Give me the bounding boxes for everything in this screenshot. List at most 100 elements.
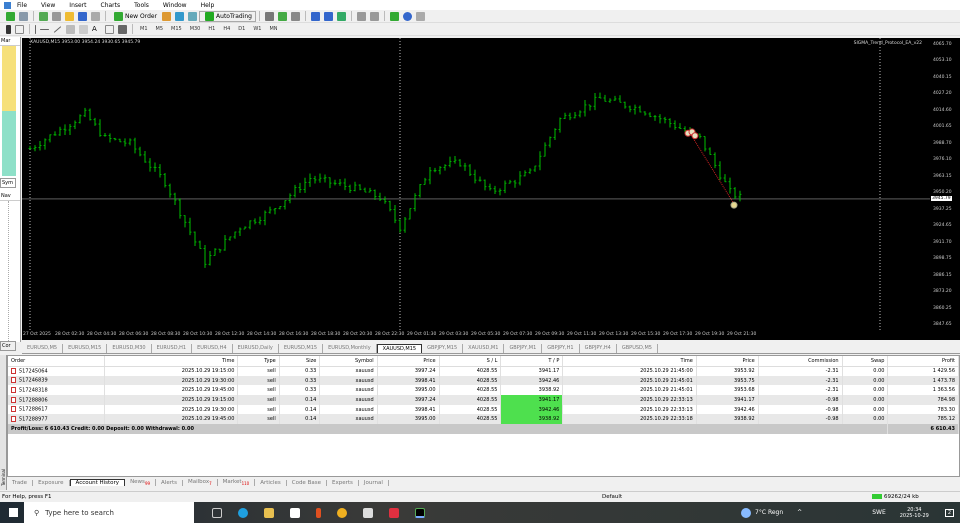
- weather[interactable]: 7°C Regn: [755, 509, 783, 516]
- chart-tab[interactable]: EURUSD,M5: [22, 344, 64, 353]
- menu-window[interactable]: Window: [163, 2, 187, 9]
- timeframe-m1[interactable]: M1: [140, 26, 148, 32]
- chart-tab[interactable]: GBPJPY,M15: [422, 344, 464, 353]
- column-header-size[interactable]: Size: [279, 356, 321, 367]
- menu-view[interactable]: View: [41, 2, 55, 9]
- tray-icons[interactable]: ^: [797, 509, 802, 516]
- periods-icon[interactable]: [403, 11, 412, 21]
- menu-help[interactable]: Help: [201, 2, 215, 9]
- bar-chart-icon[interactable]: [265, 11, 274, 21]
- app-icon-white[interactable]: [363, 507, 373, 518]
- column-header-symbol[interactable]: Symbol: [319, 356, 378, 367]
- column-header-time[interactable]: Time: [562, 356, 697, 367]
- history-row[interactable]: 517288977 2025.10.29 19:45:00 sell 0.14 xauu…: [8, 414, 959, 425]
- clock[interactable]: 20:34 2025-10-29: [900, 507, 929, 519]
- column-header-order[interactable]: Order: [8, 356, 105, 367]
- autotrading-button[interactable]: AutoTrading: [199, 10, 256, 22]
- task-view-icon[interactable]: [212, 507, 222, 518]
- timeframe-d1[interactable]: D1: [238, 26, 245, 32]
- channel-icon[interactable]: [66, 24, 75, 34]
- column-header-type[interactable]: Type: [237, 356, 280, 367]
- new-order-button[interactable]: New Order: [109, 11, 160, 22]
- timeframe-w1[interactable]: W1: [253, 26, 261, 32]
- windows-start-icon[interactable]: [9, 508, 18, 517]
- tab-exposure[interactable]: Exposure: [33, 479, 70, 486]
- vps-icon[interactable]: [188, 11, 198, 21]
- indicators-icon[interactable]: [390, 11, 399, 21]
- autoscroll-icon[interactable]: [370, 11, 379, 21]
- data-window-icon[interactable]: [52, 11, 61, 21]
- tab-mailbox[interactable]: Mailbox7: [183, 478, 218, 487]
- time-axis[interactable]: 27 Oct 2025 28 Oct 02:30 28 Oct 04:30 28 Oc…: [22, 330, 930, 340]
- new-chart-icon[interactable]: [6, 11, 15, 21]
- zoom-in-icon[interactable]: [311, 11, 320, 21]
- chart-tab[interactable]: EURUSD,H4: [192, 344, 233, 353]
- chart-tab[interactable]: GBPJPY,M1: [504, 344, 543, 353]
- navigator-tree[interactable]: [8, 201, 20, 341]
- symbols-tab[interactable]: Sym: [0, 178, 16, 188]
- chart-tab[interactable]: EURUSD,M30: [107, 344, 152, 353]
- column-header-commission[interactable]: Commission: [758, 356, 843, 367]
- taskbar-search[interactable]: ⚲ Type here to search: [24, 502, 194, 523]
- column-header-tp[interactable]: T / P: [500, 356, 564, 367]
- timeframe-m30[interactable]: M30: [190, 26, 201, 32]
- vertical-line-icon[interactable]: [35, 24, 36, 34]
- chart-tab[interactable]: GBPJPY,H4: [580, 344, 617, 353]
- text-label-icon[interactable]: [105, 24, 114, 34]
- market-watch-list[interactable]: [2, 46, 16, 176]
- column-header-price[interactable]: Price: [377, 356, 440, 367]
- tile-windows-icon[interactable]: [337, 11, 346, 21]
- metaeditor-icon[interactable]: [162, 11, 172, 21]
- timeframe-m15[interactable]: M15: [171, 26, 182, 32]
- timeframe-h1[interactable]: H1: [208, 26, 215, 32]
- ea-label[interactable]: SIGMA_Trend_Protocol_EA_v22: [854, 41, 922, 46]
- chart-tab[interactable]: GBPJPY,H1: [542, 344, 580, 353]
- chart-tab[interactable]: EURUSD,Monthly: [323, 344, 377, 353]
- market-watch-icon[interactable]: [39, 11, 48, 21]
- chart-tab[interactable]: EURUSD,M15: [279, 344, 324, 353]
- history-row[interactable]: 517248318 2025.10.29 19:45:00 sell 0.33 xauu…: [8, 385, 959, 396]
- terminal-icon[interactable]: [78, 11, 87, 21]
- templates-icon[interactable]: [416, 11, 425, 21]
- app-icon-yellow[interactable]: [337, 507, 347, 518]
- history-row[interactable]: 517245064 2025.10.29 19:15:00 sell 0.33 xauu…: [8, 366, 959, 376]
- language[interactable]: SWE: [872, 509, 886, 516]
- store-icon[interactable]: [290, 507, 300, 518]
- chart-shift-icon[interactable]: [357, 11, 366, 21]
- menu-tools[interactable]: Tools: [134, 2, 149, 9]
- file-explorer-icon[interactable]: [264, 507, 274, 518]
- tab-account-history[interactable]: Account History: [69, 479, 126, 486]
- vivaldi-icon[interactable]: [389, 507, 399, 518]
- profiles-icon[interactable]: [19, 11, 28, 21]
- column-header-sl[interactable]: S / L: [439, 356, 502, 367]
- tab-trade[interactable]: Trade: [7, 479, 34, 486]
- timeframe-m5[interactable]: M5: [156, 26, 164, 32]
- menu-insert[interactable]: Insert: [69, 2, 86, 9]
- history-row[interactable]: 517246839 2025.10.29 19:30:00 sell 0.33 xauu…: [8, 375, 959, 386]
- line-chart-icon[interactable]: [291, 11, 300, 21]
- chart-tab[interactable]: GBPUSD,M5: [617, 344, 658, 353]
- column-header-time[interactable]: Time: [104, 356, 239, 367]
- tab-alerts[interactable]: Alerts: [156, 479, 183, 486]
- common-tab[interactable]: Cor: [0, 341, 16, 351]
- tab-news[interactable]: News99: [125, 478, 157, 487]
- chart-tab[interactable]: XAUUSD,M1: [463, 344, 505, 353]
- cursor-icon[interactable]: [6, 24, 11, 34]
- zoom-out-icon[interactable]: [324, 11, 333, 21]
- trendline-icon[interactable]: [53, 25, 62, 33]
- notifications-icon[interactable]: 2: [944, 508, 954, 517]
- tab-experts[interactable]: Experts: [327, 479, 359, 486]
- strategy-tester-icon[interactable]: [91, 11, 100, 21]
- candlestick-icon[interactable]: [278, 11, 287, 21]
- edge-icon[interactable]: [238, 507, 248, 518]
- column-header-price[interactable]: Price: [696, 356, 759, 367]
- signals-icon[interactable]: [175, 11, 185, 21]
- text-icon[interactable]: A: [92, 25, 101, 34]
- history-row[interactable]: 517288617 2025.10.29 19:30:00 sell 0.14 xauu…: [8, 404, 959, 415]
- app-icon-orange[interactable]: [316, 507, 321, 518]
- tab-articles[interactable]: Articles: [255, 479, 287, 486]
- price-chart[interactable]: XAUUSD,M15 3953.00 3954.24 3930.65 3945.…: [22, 38, 930, 330]
- chart-tab[interactable]: EURUSD,M15: [63, 344, 108, 353]
- horizontal-line-icon[interactable]: [40, 28, 49, 30]
- tab-code-base[interactable]: Code Base: [287, 479, 327, 486]
